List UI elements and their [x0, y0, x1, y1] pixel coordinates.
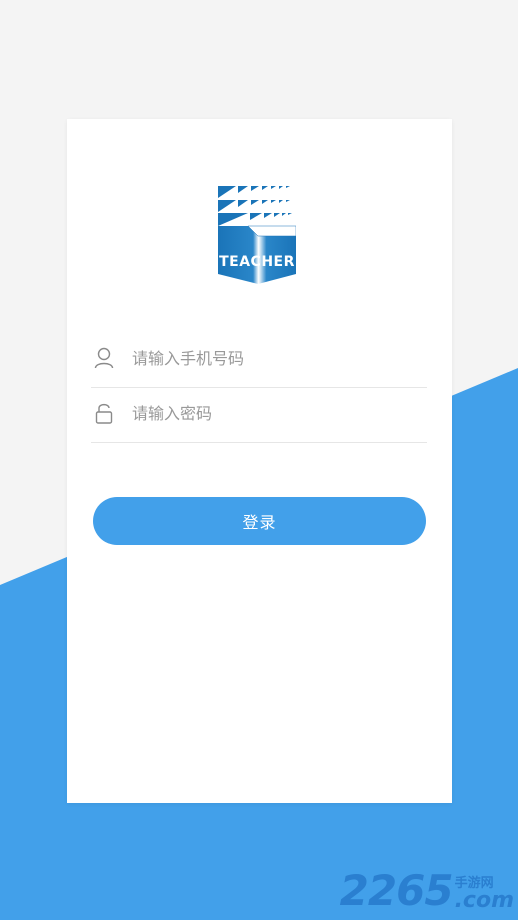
watermark-bottom-text: .com [454, 888, 514, 913]
watermark-number: 2265 [339, 866, 454, 915]
password-input[interactable] [132, 403, 412, 423]
watermark: 2265 手游网 .com [340, 870, 514, 912]
logo-text: TEACHER [219, 254, 295, 270]
phone-field [91, 329, 427, 388]
user-icon [92, 346, 116, 370]
lock-icon [92, 401, 116, 425]
login-button[interactable]: 登录 [93, 497, 426, 545]
login-card: TEACHER 登录 [67, 119, 452, 803]
password-field [91, 384, 427, 443]
phone-input[interactable] [132, 348, 412, 368]
teacher-logo: TEACHER [218, 186, 296, 284]
